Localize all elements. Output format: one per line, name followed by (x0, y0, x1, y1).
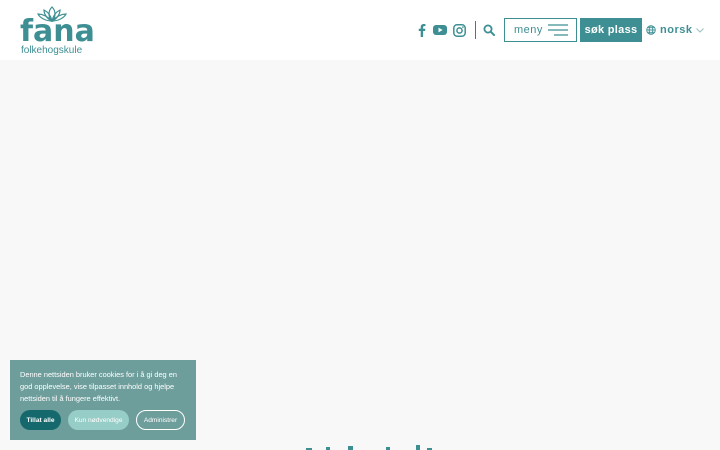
language-selector[interactable]: norsk (646, 21, 705, 39)
globe-icon (646, 25, 656, 35)
youtube-icon (433, 25, 447, 35)
hamburger-icon (548, 24, 568, 36)
apply-button[interactable]: søk plass (580, 18, 642, 42)
language-label: norsk (660, 24, 693, 36)
chevron-down-icon (696, 27, 705, 33)
site-logo[interactable]: fana folkehogskule (20, 5, 95, 57)
menu-button[interactable]: meny (504, 18, 577, 42)
search-icon (483, 24, 495, 36)
cookie-message: Denne nettsiden bruker cookies for i å g… (20, 370, 177, 403)
allow-all-cookies-button[interactable]: Tillat alle (20, 410, 61, 430)
logo-wordmark: fana (20, 14, 95, 49)
facebook-link[interactable] (416, 21, 428, 39)
instagram-icon (452, 23, 466, 37)
header-divider (475, 21, 476, 39)
logo-subtitle: folkehogskule (21, 45, 83, 56)
menu-label: meny (514, 24, 543, 36)
instagram-link[interactable] (451, 21, 467, 39)
cookie-banner: Denne nettsiden bruker cookies for i å g… (10, 360, 196, 440)
cropped-heading-fragment (306, 445, 432, 450)
site-header: fana folkehogskule meny søk plass norsk (0, 0, 720, 60)
youtube-link[interactable] (432, 21, 448, 39)
search-button[interactable] (482, 21, 496, 39)
necessary-cookies-button[interactable]: Kun nødvendige (68, 410, 129, 430)
manage-cookies-button[interactable]: Administrer (136, 410, 185, 430)
facebook-icon (418, 23, 426, 37)
